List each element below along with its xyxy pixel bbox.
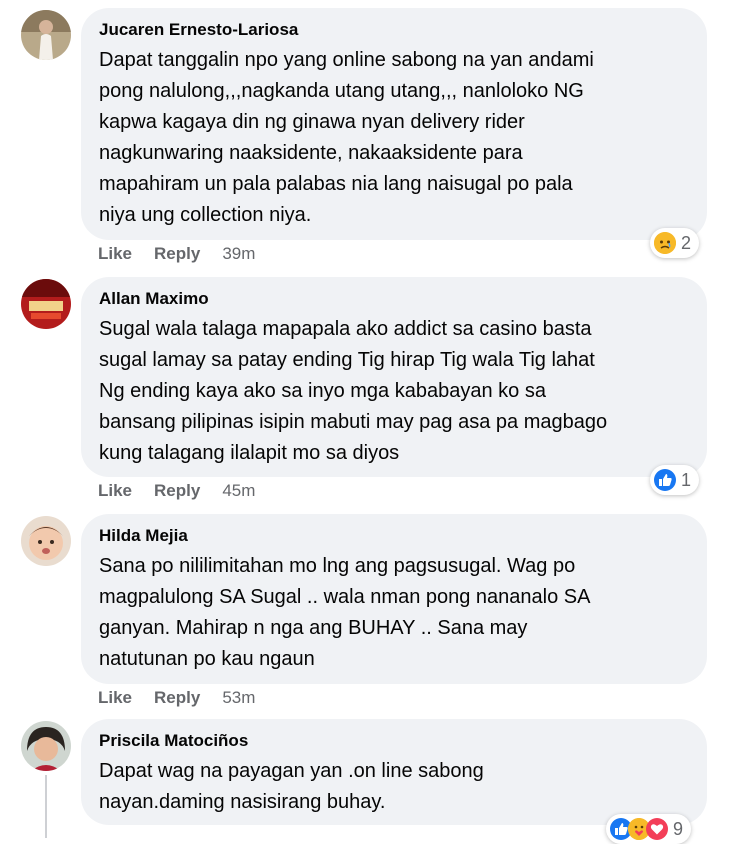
- reaction-summary[interactable]: 2: [650, 228, 700, 258]
- thread-line: [45, 775, 47, 838]
- comment-line: bansang pilipinas isipin mabuti may pag …: [99, 411, 608, 433]
- comment-line: pong nalulong,,,nagkanda utang utang,,, …: [99, 80, 584, 102]
- comment-line: nayan.daming nasisirang buhay.: [99, 791, 386, 813]
- comment-line: nagkunwaring naaksidente, nakaaksidente …: [99, 142, 523, 164]
- like-button[interactable]: Like: [98, 688, 132, 708]
- comment-line: Sana po nililimitahan mo lng ang pagsusu…: [99, 555, 576, 577]
- reaction-summary[interactable]: 1: [650, 465, 700, 495]
- comment-bubble: Jucaren Ernesto-Lariosa Dapat tanggalin …: [81, 8, 707, 240]
- comment-line: Dapat tanggalin npo yang online sabong n…: [99, 49, 594, 71]
- comment-line: kapwa kagaya din ng ginawa nyan delivery…: [99, 111, 525, 133]
- avatar[interactable]: [21, 10, 71, 60]
- comment-line: magpalulong SA Sugal .. wala nman pong n…: [99, 586, 591, 608]
- comment-line: mapahiram un pala palabas nia lang naisu…: [99, 173, 573, 195]
- comment-line: Sugal wala talaga mapapala ako addict sa…: [99, 318, 592, 340]
- comment-text: Sugal wala talaga mapapala ako addict sa…: [99, 314, 689, 469]
- avatar[interactable]: [21, 516, 71, 566]
- comment-line: natutunan po kau ngaun: [99, 648, 315, 670]
- comment-author[interactable]: Jucaren Ernesto-Lariosa: [99, 19, 689, 41]
- thumbs-up-icon: [654, 469, 676, 491]
- comment-text: Sana po nililimitahan mo lng ang pagsusu…: [99, 551, 689, 675]
- comment-author[interactable]: Hilda Mejia: [99, 525, 689, 547]
- reply-button[interactable]: Reply: [154, 688, 200, 708]
- reply-button[interactable]: Reply: [154, 244, 200, 264]
- comment-line: Ng ending kaya ako sa inyo mga kababayan…: [99, 380, 546, 402]
- avatar[interactable]: [21, 279, 71, 329]
- comment-author[interactable]: Priscila Matociños: [99, 730, 689, 752]
- comment-line: ganyan. Mahirap n nga ang BUHAY .. Sana …: [99, 617, 528, 639]
- timestamp[interactable]: 45m: [222, 481, 255, 501]
- avatar[interactable]: [21, 721, 71, 771]
- reply-button[interactable]: Reply: [154, 481, 200, 501]
- comment-author[interactable]: Allan Maximo: [99, 288, 689, 310]
- reaction-count: 1: [681, 469, 692, 490]
- comment-text: Dapat wag na payagan yan .on line sabong…: [99, 756, 689, 818]
- comment-bubble: Priscila Matociños Dapat wag na payagan …: [81, 719, 707, 825]
- comment-actions: Like Reply 45m: [98, 481, 255, 501]
- timestamp[interactable]: 53m: [222, 688, 255, 708]
- sad-emoji-icon: [654, 232, 676, 254]
- comment-line: sugal lamay sa patay ending Tig hirap Ti…: [99, 349, 595, 371]
- comment-actions: Like Reply 39m: [98, 244, 255, 264]
- reaction-summary[interactable]: 9: [606, 814, 692, 844]
- heart-icon: [646, 818, 668, 840]
- like-button[interactable]: Like: [98, 244, 132, 264]
- comment-text: Dapat tanggalin npo yang online sabong n…: [99, 45, 689, 231]
- comment-bubble: Allan Maximo Sugal wala talaga mapapala …: [81, 277, 707, 477]
- like-button[interactable]: Like: [98, 481, 132, 501]
- comment-line: niya ung collection niya.: [99, 204, 312, 226]
- comment-actions: Like Reply 53m: [98, 688, 255, 708]
- comment-line: kung talagang ilalapit mo sa diyos: [99, 442, 400, 464]
- reaction-count: 9: [673, 818, 684, 839]
- comment-line: Dapat wag na payagan yan .on line sabong: [99, 760, 484, 782]
- timestamp[interactable]: 39m: [222, 244, 255, 264]
- reaction-count: 2: [681, 232, 692, 253]
- comment-bubble: Hilda Mejia Sana po nililimitahan mo lng…: [81, 514, 707, 684]
